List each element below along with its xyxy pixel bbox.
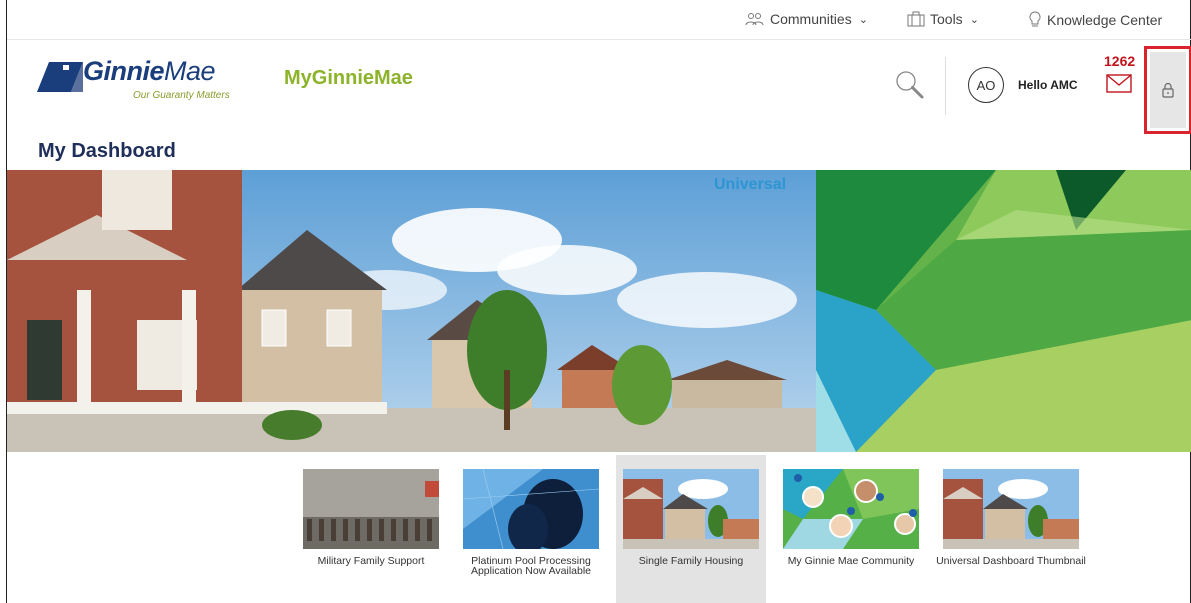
envelope-icon xyxy=(1106,74,1132,93)
lock-icon xyxy=(1162,82,1174,98)
abstract-pattern-image xyxy=(816,170,1191,452)
logo-wordmark: GinnieMae xyxy=(83,56,216,86)
thumbnail-image xyxy=(783,469,919,549)
logo-tagline: Our Guaranty Matters xyxy=(133,90,230,101)
thumbnail-caption: Universal Dashboard Thumbnail xyxy=(936,555,1086,567)
search-button[interactable] xyxy=(895,70,925,105)
app-window: Communities ⌄ Tools ⌄ Knowledge Center G… xyxy=(6,0,1191,603)
thumbnail-image xyxy=(943,469,1079,549)
ginnie-mae-logo[interactable]: GinnieMae Our Guaranty Matters xyxy=(37,56,259,106)
people-icon xyxy=(745,12,765,26)
chevron-down-icon: ⌄ xyxy=(858,13,868,26)
knowledge-center-link[interactable]: Knowledge Center xyxy=(1028,11,1162,29)
hero-label: Universal xyxy=(714,176,787,193)
knowledge-center-label: Knowledge Center xyxy=(1047,12,1163,28)
thumbnail-image xyxy=(623,469,759,549)
thumbnail-caption: Platinum Pool Processing Application Now… xyxy=(470,555,592,577)
search-icon xyxy=(896,71,924,99)
thumbnail-my-ginnie-mae-community[interactable]: My Ginnie Mae Community xyxy=(776,455,926,603)
thumbnail-caption: My Ginnie Mae Community xyxy=(787,555,915,567)
communities-label: Communities xyxy=(770,11,852,27)
hero-image xyxy=(7,170,816,452)
user-greeting[interactable]: Hello AMC xyxy=(1018,78,1078,92)
header-divider xyxy=(945,57,946,115)
thumbnail-single-family-housing[interactable]: Single Family Housing xyxy=(616,455,766,603)
thumbnail-platinum-pool[interactable]: Platinum Pool Processing Application Now… xyxy=(456,455,606,603)
thumbnail-universal-dashboard[interactable]: Universal Dashboard Thumbnail xyxy=(936,455,1086,603)
thumbnail-image xyxy=(463,469,599,549)
page-title: My Dashboard xyxy=(38,140,176,162)
lightbulb-icon xyxy=(1028,11,1042,29)
green-graphic-panel xyxy=(816,170,1191,452)
message-count-badge: 1262 xyxy=(1104,53,1136,69)
thumbnail-caption: Single Family Housing xyxy=(638,555,744,567)
toolbox-icon xyxy=(907,11,925,27)
thumbnail-caption: Military Family Support xyxy=(317,555,425,567)
avatar[interactable]: AO xyxy=(968,67,1004,103)
logo-flag-icon xyxy=(37,62,83,92)
thumbnail-military-family-support[interactable]: Military Family Support xyxy=(296,455,446,603)
lock-button[interactable] xyxy=(1150,52,1186,128)
tools-menu[interactable]: Tools ⌄ xyxy=(907,11,979,27)
messages-button[interactable] xyxy=(1106,74,1132,98)
chevron-down-icon: ⌄ xyxy=(969,13,979,26)
thumbnail-image xyxy=(303,469,439,549)
brand-name: MyGinnieMae xyxy=(284,67,413,89)
utility-nav: Communities ⌄ Tools ⌄ Knowledge Center xyxy=(7,0,1191,40)
lock-highlight xyxy=(1144,46,1191,134)
tools-label: Tools xyxy=(930,11,963,27)
hero-banner[interactable] xyxy=(7,170,816,452)
communities-menu[interactable]: Communities ⌄ xyxy=(745,11,868,27)
